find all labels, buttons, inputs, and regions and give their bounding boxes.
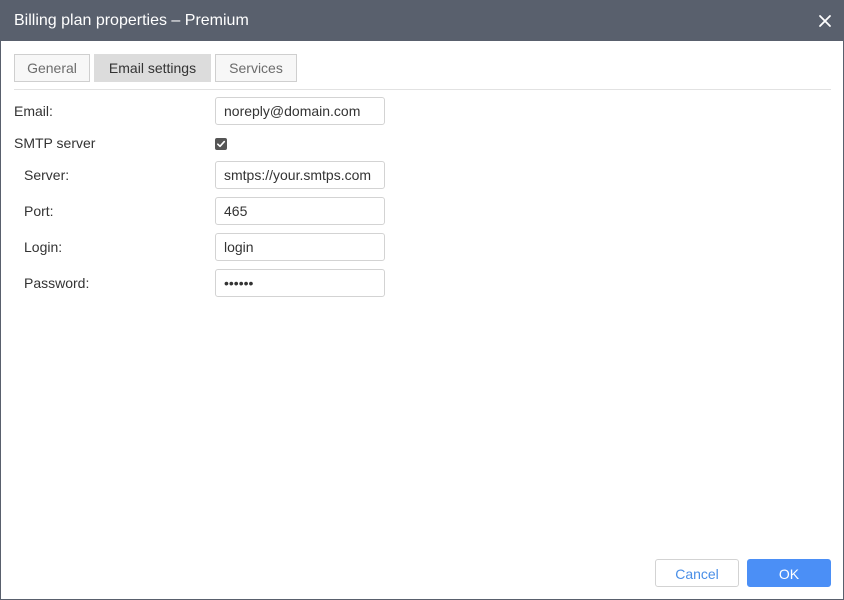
password-label: Password: <box>24 275 90 291</box>
dialog-titlebar: Billing plan properties – Premium <box>1 1 843 41</box>
tab-divider <box>14 89 831 90</box>
dialog-title: Billing plan properties – Premium <box>14 12 249 29</box>
password-field[interactable]: •••••• <box>215 269 385 297</box>
email-label: Email: <box>14 103 53 119</box>
port-label: Port: <box>24 203 54 219</box>
smtp-server-label: SMTP server <box>14 135 96 151</box>
smtp-server-checkbox[interactable] <box>215 138 227 150</box>
close-icon[interactable] <box>817 13 833 29</box>
server-label: Server: <box>24 167 70 183</box>
cancel-button[interactable]: Cancel <box>655 559 739 587</box>
billing-plan-dialog: Billing plan properties – Premium Genera… <box>0 0 844 600</box>
login-field[interactable]: login <box>215 233 385 261</box>
email-field[interactable]: noreply@domain.com <box>215 97 385 125</box>
server-field[interactable]: smtps://your.smtps.com <box>215 161 385 189</box>
tab-services[interactable]: Services <box>215 54 297 82</box>
port-field[interactable]: 465 <box>215 197 385 225</box>
tab-email-settings[interactable]: Email settings <box>94 54 211 82</box>
tab-general[interactable]: General <box>14 54 90 82</box>
checkmark-icon <box>217 140 226 148</box>
ok-button[interactable]: OK <box>747 559 831 587</box>
login-label: Login: <box>24 239 63 255</box>
